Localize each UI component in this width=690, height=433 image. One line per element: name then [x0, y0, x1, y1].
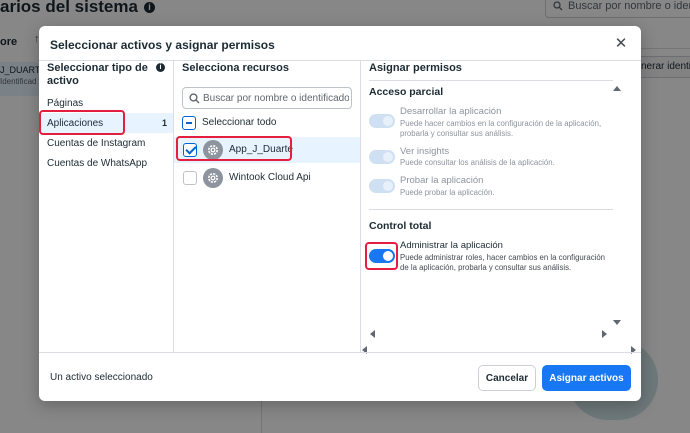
divider: [360, 60, 361, 352]
permission-title: Desarrollar la aplicación: [400, 106, 502, 117]
checkbox-checked[interactable]: [183, 143, 197, 157]
cancel-button[interactable]: Cancelar: [478, 365, 536, 391]
asset-type-apps[interactable]: Aplicaciones 1: [39, 113, 173, 133]
divider: [173, 60, 174, 352]
asset-type-heading: Seleccionar tipo de activo: [47, 62, 148, 87]
partial-access-heading: Acceso parcial: [369, 86, 444, 98]
resource-row[interactable]: Wintook Cloud Api: [174, 165, 360, 191]
search-icon: [189, 93, 200, 104]
scroll-left-arrow-icon[interactable]: [370, 330, 375, 338]
permission-description: Puede hacer cambios en la configuración …: [400, 119, 602, 138]
asset-type-label: Páginas: [47, 98, 84, 109]
permission-title: Ver insights: [400, 146, 450, 157]
resource-search[interactable]: [182, 87, 352, 109]
selection-status: Un activo seleccionado: [50, 372, 153, 383]
resources-heading: Selecciona recursos: [182, 62, 290, 74]
asset-type-label: Cuentas de Instagram: [47, 138, 146, 149]
indeterminate-checkbox-icon[interactable]: [182, 116, 196, 130]
full-control-heading: Control total: [369, 220, 432, 232]
checkbox-unchecked[interactable]: [183, 171, 197, 185]
search-input[interactable]: [203, 91, 349, 105]
asset-type-pages[interactable]: Páginas: [39, 93, 173, 113]
scroll-up-arrow-icon[interactable]: [613, 86, 621, 91]
asset-type-label: Aplicaciones: [47, 118, 104, 129]
asset-type-whatsapp[interactable]: Cuentas de WhatsApp: [39, 153, 173, 173]
close-icon[interactable]: ✕: [613, 36, 629, 52]
toggle-view-insights[interactable]: [369, 150, 395, 164]
info-icon[interactable]: i: [156, 63, 165, 72]
assign-assets-dialog: Seleccionar activos y asignar permisos ✕…: [39, 26, 641, 401]
count-badge: 1: [161, 118, 167, 128]
dialog-title: Seleccionar activos y asignar permisos: [50, 38, 275, 52]
resource-name: App_J_Duarte: [229, 144, 293, 155]
asset-type-label: Cuentas de WhatsApp: [47, 158, 148, 169]
select-all-label: Seleccionar todo: [202, 117, 277, 128]
assign-assets-button[interactable]: Asignar activos: [542, 365, 631, 391]
permission-title: Probar la aplicación: [400, 175, 484, 186]
app-gear-icon: [203, 168, 223, 188]
resource-row[interactable]: App_J_Duarte: [174, 137, 360, 163]
divider: [39, 60, 641, 61]
scroll-down-arrow-icon[interactable]: [613, 320, 621, 325]
toggle-develop-app[interactable]: [369, 114, 395, 128]
resource-name: Wintook Cloud Api: [229, 172, 311, 183]
divider: [369, 80, 613, 81]
scroll-right-arrow-icon[interactable]: [602, 330, 607, 338]
asset-type-instagram[interactable]: Cuentas de Instagram: [39, 133, 173, 153]
toggle-manage-app[interactable]: [369, 249, 395, 263]
permission-description: Puede probar la aplicación.: [400, 188, 495, 197]
permissions-heading: Asignar permisos: [369, 62, 462, 74]
permission-description: Puede administrar roles, hacer cambios e…: [400, 253, 605, 272]
permission-description: Puede consultar los análisis de la aplic…: [400, 158, 555, 167]
toggle-test-app[interactable]: [369, 179, 395, 193]
divider: [369, 209, 613, 210]
permission-title: Administrar la aplicación: [400, 240, 503, 251]
app-gear-icon: [203, 140, 223, 160]
divider: [39, 352, 641, 353]
